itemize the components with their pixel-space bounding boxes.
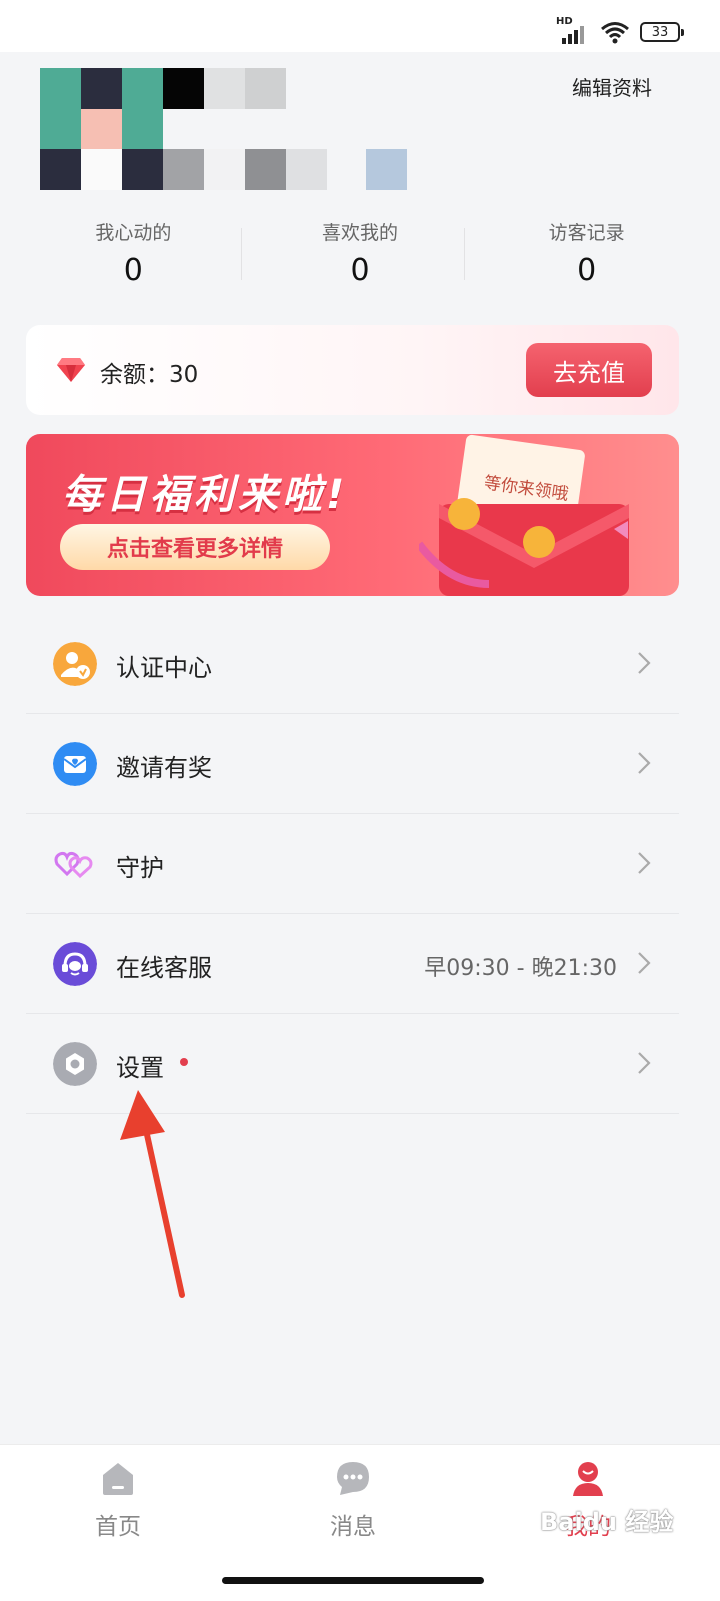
status-icons: HD 33 xyxy=(556,16,684,44)
battery-icon: 33 xyxy=(640,22,684,42)
stat-label: 我心动的 xyxy=(95,222,172,244)
chevron-right-icon xyxy=(638,952,651,974)
menu-label: 在线客服 xyxy=(116,954,212,982)
banner-details-button[interactable]: 点击查看更多详情 xyxy=(60,524,330,570)
recharge-button[interactable]: 去充值 xyxy=(526,343,652,397)
settings-icon xyxy=(53,1042,97,1086)
daily-welfare-banner[interactable]: 每日福利来啦! 点击查看更多详情 等你来领哦 xyxy=(26,434,679,596)
stat-value: 0 xyxy=(123,253,143,288)
menu-item-invite[interactable]: 邀请有奖 xyxy=(26,714,679,814)
menu-label: 设置 xyxy=(116,1054,164,1082)
stat-value: 0 xyxy=(577,253,597,288)
watermark: Baidu 经验 xyxy=(540,1508,674,1536)
balance-card: 余额：30 去充值 xyxy=(26,325,679,415)
profile-icon xyxy=(573,1462,603,1496)
status-bar: HD 33 xyxy=(0,0,720,52)
chevron-right-icon xyxy=(638,1052,651,1074)
cellular-signal-icon: HD xyxy=(556,16,590,44)
stat-label: 访客记录 xyxy=(548,222,625,244)
invite-mail-icon xyxy=(53,742,97,786)
diamond-icon xyxy=(57,358,85,382)
hearts-icon xyxy=(54,851,93,879)
chevron-right-icon xyxy=(638,752,651,774)
divider xyxy=(241,228,242,280)
avatar[interactable] xyxy=(40,68,407,190)
tab-label: 首页 xyxy=(95,1514,141,1540)
customer-service-icon xyxy=(53,942,97,986)
tab-home[interactable]: 首页 xyxy=(58,1459,178,1541)
stat-visitors[interactable]: 访客记录 0 xyxy=(473,212,700,292)
chevron-right-icon xyxy=(638,652,651,674)
menu-label: 守护 xyxy=(116,854,164,882)
banner-title: 每日福利来啦! xyxy=(62,472,349,518)
wifi-icon xyxy=(601,22,629,44)
stat-liked-by-me[interactable]: 我心动的 0 xyxy=(20,212,247,292)
chevron-right-icon xyxy=(638,852,651,874)
divider xyxy=(464,228,465,280)
battery-level: 33 xyxy=(651,24,669,40)
stats-row: 我心动的 0 喜欢我的 0 访客记录 0 xyxy=(20,212,700,292)
home-indicator[interactable] xyxy=(222,1577,484,1584)
tab-messages[interactable]: 消息 xyxy=(293,1459,413,1541)
stat-value: 0 xyxy=(350,253,370,288)
stat-likes-me[interactable]: 喜欢我的 0 xyxy=(247,212,474,292)
menu-label: 邀请有奖 xyxy=(116,754,212,782)
menu-list: 认证中心 邀请有奖 守护 在线客服 早09:30 - 晚21:30 设置 xyxy=(26,614,679,1114)
service-hours: 早09:30 - 晚21:30 xyxy=(424,956,617,981)
balance-text: 余额：30 xyxy=(100,362,199,388)
stat-label: 喜欢我的 xyxy=(322,222,399,244)
menu-label: 认证中心 xyxy=(116,654,212,682)
message-icon xyxy=(337,1462,369,1495)
verify-icon xyxy=(53,642,97,686)
notification-dot xyxy=(180,1058,188,1066)
red-envelope-icon xyxy=(419,434,629,596)
menu-item-customer-service[interactable]: 在线客服 早09:30 - 晚21:30 xyxy=(26,914,679,1014)
tab-label: 消息 xyxy=(330,1514,376,1540)
menu-item-verification[interactable]: 认证中心 xyxy=(26,614,679,714)
home-icon xyxy=(103,1463,133,1495)
edit-profile-link[interactable]: 编辑资料 xyxy=(572,72,652,101)
menu-item-guard[interactable]: 守护 xyxy=(26,814,679,914)
annotation-arrow-icon xyxy=(120,1090,185,1298)
